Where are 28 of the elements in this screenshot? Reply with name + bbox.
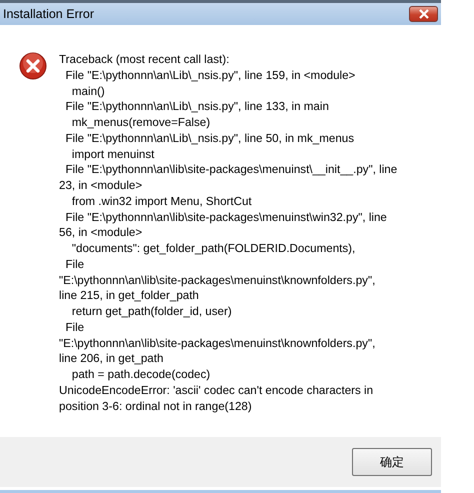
message-line: File "E:\pythonnn\an\lib\site-packages\menuinst\__init__.py", line xyxy=(64,162,398,178)
message-line: "documents": get_folder_path(FOLDERID.Documents), xyxy=(70,241,356,257)
message-line: UnicodeEncodeError: 'ascii' codec can't encode characters in xyxy=(59,382,374,398)
message-line: File "E:\pythonnn\an\lib\site-packages\menuinst\win32.py", line xyxy=(64,210,388,226)
message-line: return get_path(folder_id, user) xyxy=(70,304,233,320)
message-line: line 215, in get_folder_path xyxy=(59,288,200,304)
message-line: 56, in <module> xyxy=(59,225,144,241)
message-line: "E:\pythonnn\an\lib\site-packages\menuinst\knownfolders.py", xyxy=(59,336,376,352)
message-line: path = path.decode(codec) xyxy=(70,367,212,383)
message-line: import menuinst xyxy=(70,146,156,162)
message-line: "E:\pythonnn\an\lib\site-packages\menuinst\knownfolders.py", xyxy=(59,272,376,288)
message-line: File "E:\pythonnn\an\Lib\_nsis.py", line 133, in main xyxy=(64,99,330,115)
close-icon xyxy=(418,9,430,19)
message-line: File "E:\pythonnn\an\Lib\_nsis.py", line 159, in <module> xyxy=(64,68,356,84)
message-line: main() xyxy=(70,84,106,100)
message-line: mk_menus(remove=False) xyxy=(70,115,212,131)
message-line: Traceback (most recent call last): xyxy=(59,52,230,68)
message-line: from .win32 import Menu, ShortCut xyxy=(70,194,253,210)
message-line: 23, in <module> xyxy=(59,178,144,194)
message-line: position 3-6: ordinal not in range(128) xyxy=(59,398,253,414)
message-line: File "E:\pythonnn\an\Lib\_nsis.py", line 50, in mk_menus xyxy=(64,130,356,146)
ok-button[interactable]: 确定 xyxy=(352,448,432,476)
message-line: line 206, in get_path xyxy=(59,351,164,367)
error-icon xyxy=(19,52,47,80)
message-line: File xyxy=(64,256,86,272)
close-button[interactable] xyxy=(409,6,438,22)
window-title: Installation Error xyxy=(3,7,94,21)
message-line: File xyxy=(64,320,86,336)
